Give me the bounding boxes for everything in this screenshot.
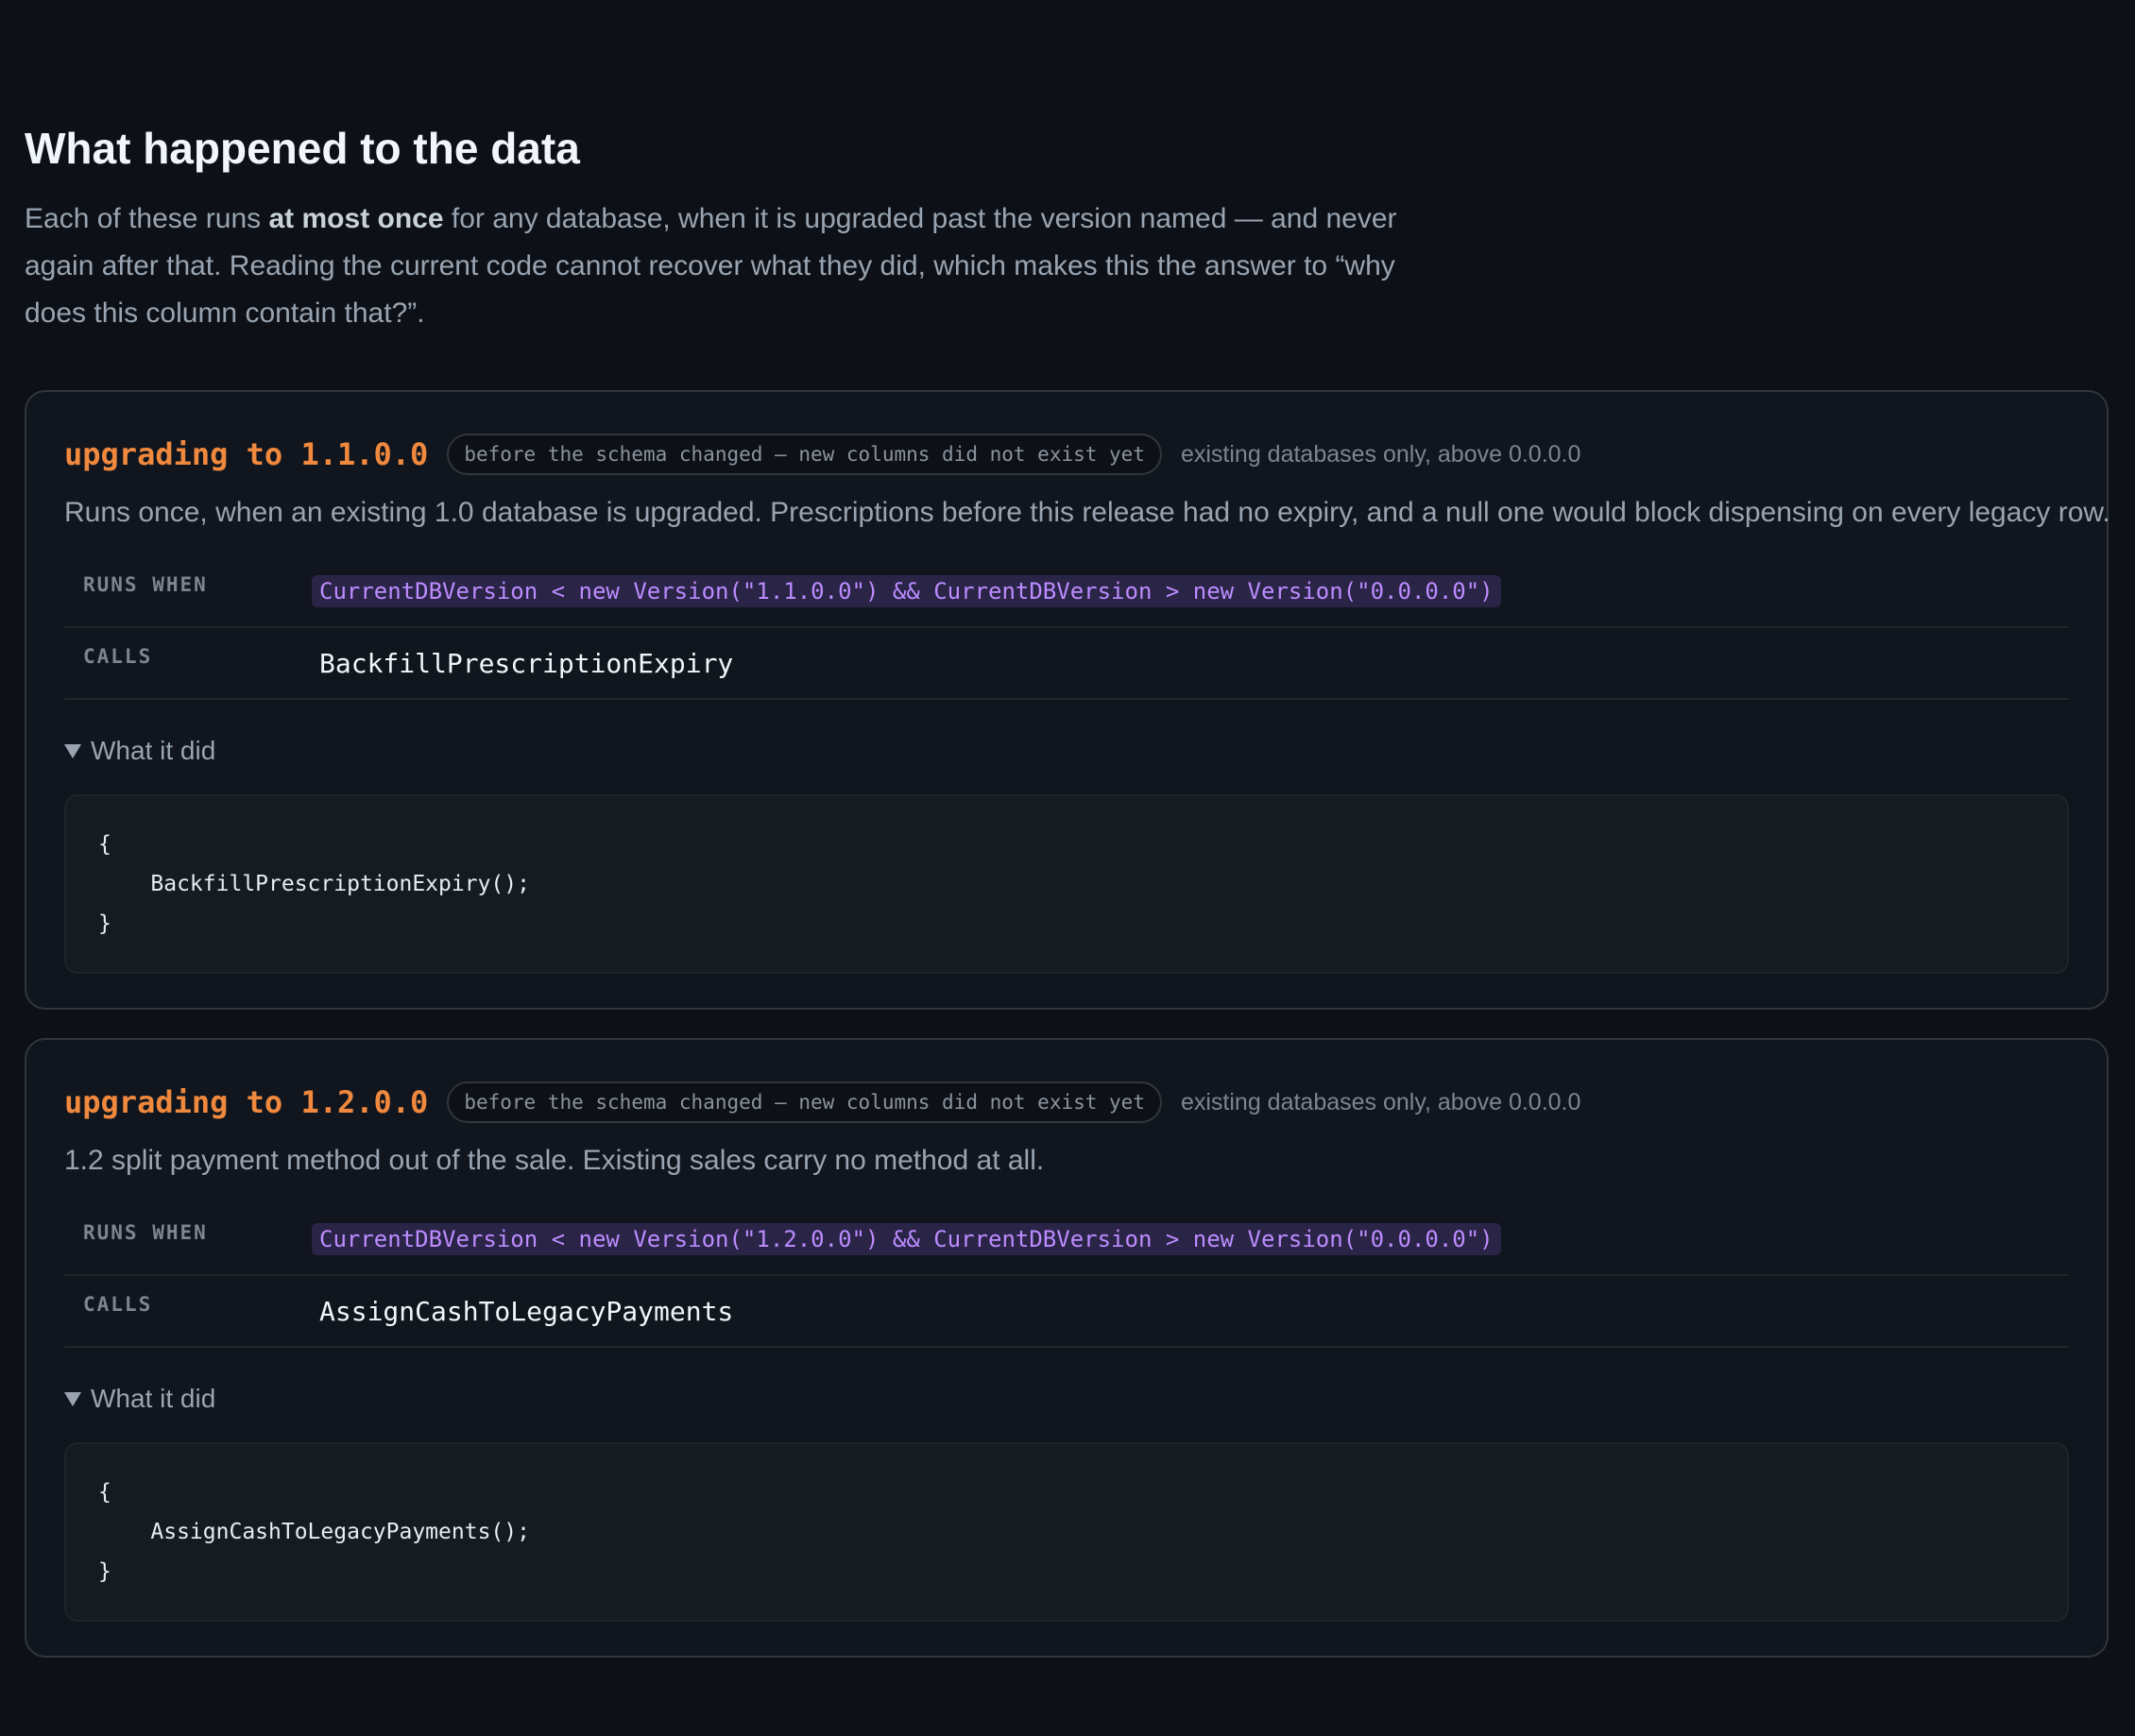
section-title: What happened to the data xyxy=(25,124,580,173)
upgrade-card-header: upgrading to 1.1.0.0 before the schema c… xyxy=(64,430,2069,479)
calls-function: AssignCashToLegacyPayments xyxy=(319,1295,734,1327)
phase-badge: before the schema changed — new columns … xyxy=(447,1081,1162,1124)
page: What happened to the data Each of these … xyxy=(0,0,2135,1736)
upgrade-description: Runs once, when an existing 1.0 database… xyxy=(64,497,2110,529)
section-intro: Each of these runs at most once for any … xyxy=(25,196,1460,337)
calls-label: CALLS xyxy=(83,1293,153,1317)
intro-text-start: Each of these runs xyxy=(25,203,269,235)
upgrade-title: upgrading to 1.1.0.0 xyxy=(64,436,429,473)
what-it-did-label: What it did xyxy=(91,1384,216,1414)
expanded-triangle-icon xyxy=(64,743,81,758)
expanded-triangle-icon xyxy=(64,1391,81,1406)
calls-row: CALLS AssignCashToLegacyPayments xyxy=(64,1276,2069,1349)
code-block: { AssignCashToLegacyPayments(); } xyxy=(64,1442,2069,1623)
runs-when-row: RUNS WHEN CurrentDBVersion < new Version… xyxy=(64,1204,2069,1277)
what-it-did-details: What it did { BackfillPrescriptionExpiry… xyxy=(64,719,2069,975)
calls-function: BackfillPrescriptionExpiry xyxy=(319,647,734,679)
runs-when-condition: CurrentDBVersion < new Version("1.2.0.0"… xyxy=(312,1223,1501,1256)
what-it-did-toggle[interactable]: What it did xyxy=(64,1367,2069,1431)
what-it-did-details: What it did { AssignCashToLegacyPayments… xyxy=(64,1367,2069,1623)
scope-note: existing databases only, above 0.0.0.0 xyxy=(1180,1088,1581,1115)
runs-when-condition: CurrentDBVersion < new Version("1.1.0.0"… xyxy=(312,575,1501,608)
calls-row: CALLS BackfillPrescriptionExpiry xyxy=(64,628,2069,701)
phase-badge: before the schema changed — new columns … xyxy=(447,434,1162,476)
upgrade-card-header: upgrading to 1.2.0.0 before the schema c… xyxy=(64,1078,2069,1127)
intro-emphasis: at most once xyxy=(268,203,444,235)
what-it-did-label: What it did xyxy=(91,736,216,766)
runs-when-label: RUNS WHEN xyxy=(83,1221,208,1245)
upgrade-description: 1.2 split payment method out of the sale… xyxy=(64,1145,1045,1177)
what-it-did-toggle[interactable]: What it did xyxy=(64,719,2069,783)
code-block: { BackfillPrescriptionExpiry(); } xyxy=(64,794,2069,975)
scope-note: existing databases only, above 0.0.0.0 xyxy=(1180,440,1581,468)
upgrade-card: upgrading to 1.2.0.0 before the schema c… xyxy=(25,1038,2109,1659)
runs-when-row: RUNS WHEN CurrentDBVersion < new Version… xyxy=(64,556,2069,629)
upgrade-title: upgrading to 1.2.0.0 xyxy=(64,1084,429,1121)
calls-label: CALLS xyxy=(83,645,153,669)
upgrade-card: upgrading to 1.1.0.0 before the schema c… xyxy=(25,390,2110,1011)
runs-when-label: RUNS WHEN xyxy=(83,573,208,597)
